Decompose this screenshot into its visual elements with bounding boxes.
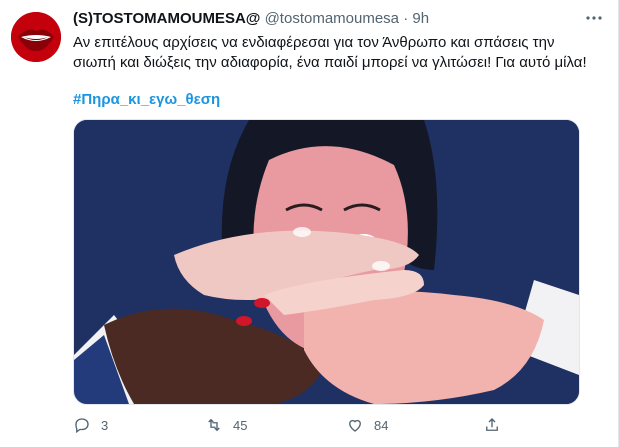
- retweet-count: 45: [233, 417, 248, 433]
- display-name[interactable]: (S)TOSTOMAMOUMESA@: [73, 10, 260, 27]
- share-button[interactable]: [483, 412, 511, 438]
- tweet-card[interactable]: (S)TOSTOMAMOUMESA@ @tostomamoumesa · 9h …: [0, 0, 619, 447]
- retweet-button[interactable]: 45: [205, 412, 247, 438]
- heart-icon: [349, 419, 361, 432]
- reply-icon: [75, 418, 89, 434]
- tweet-image[interactable]: [73, 119, 580, 405]
- share-icon: [486, 418, 498, 431]
- tweet-actions: 3 45 84: [73, 412, 593, 438]
- more-dots-icon[interactable]: [583, 9, 605, 27]
- reply-count: 3: [101, 417, 109, 433]
- like-button[interactable]: 84: [346, 412, 388, 438]
- tweet-time[interactable]: 9h: [412, 10, 429, 27]
- avatar[interactable]: [11, 12, 61, 62]
- reply-button[interactable]: 3: [73, 412, 108, 438]
- user-handle[interactable]: @tostomamoumesa: [265, 10, 399, 27]
- tweet-header: (S)TOSTOMAMOUMESA@ @tostomamoumesa · 9h: [73, 10, 605, 30]
- separator-dot: ·: [403, 10, 409, 27]
- red-lips-avatar-icon: [11, 12, 61, 62]
- retweet-icon: [208, 418, 220, 432]
- hashtag-link[interactable]: #Πηρα_κι_εγω_θεση: [73, 91, 220, 108]
- tweet-text: Αν επιτέλους αρχίσεις να ενδιαφέρεσαι γι…: [73, 34, 587, 71]
- illustration-hands-covering-face: [74, 120, 579, 404]
- like-count: 84: [374, 417, 389, 433]
